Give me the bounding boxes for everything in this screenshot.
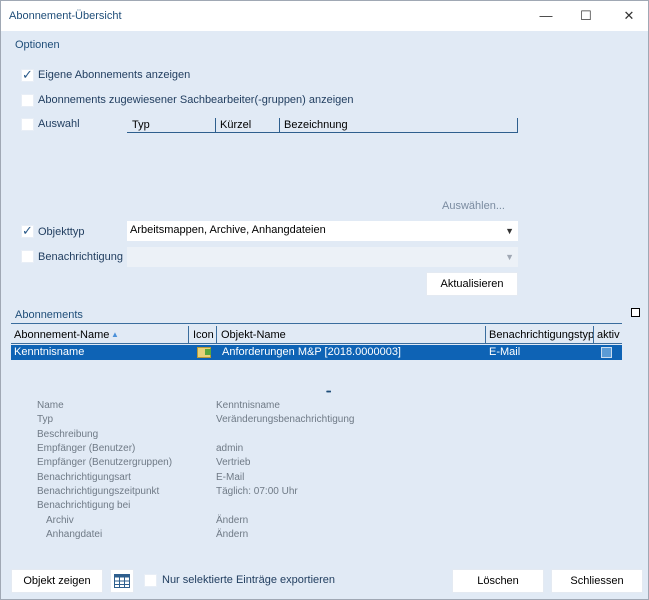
maximize-icon[interactable]: ☐ bbox=[577, 7, 595, 25]
detail-value: E-Mail bbox=[216, 472, 245, 483]
active-checkbox[interactable] bbox=[601, 347, 612, 358]
column-divider[interactable] bbox=[188, 326, 189, 343]
column-header-abbreviation[interactable]: Kürzel bbox=[220, 119, 251, 131]
detail-key: Benachrichtigung bei bbox=[37, 500, 131, 511]
workbook-folder-icon bbox=[197, 347, 211, 358]
column-divider[interactable] bbox=[216, 326, 217, 343]
options-section-title: Optionen bbox=[15, 39, 60, 51]
close-icon[interactable]: ✕ bbox=[620, 7, 638, 25]
chevron-down-icon[interactable]: ▼ bbox=[505, 226, 514, 236]
row-subscription-name: Kenntnisname bbox=[14, 346, 85, 358]
export-selected-checkbox[interactable] bbox=[144, 574, 157, 587]
column-header-active[interactable]: aktiv bbox=[597, 329, 620, 341]
detail-key: Empfänger (Benutzer) bbox=[37, 443, 136, 454]
detail-value: Täglich: 07:00 Uhr bbox=[216, 486, 298, 497]
window-title: Abonnement-Übersicht bbox=[9, 10, 122, 22]
table-icon bbox=[114, 574, 130, 588]
selection-checkbox[interactable] bbox=[21, 118, 34, 131]
selection-label[interactable]: Auswahl bbox=[38, 118, 80, 130]
column-header-type[interactable]: Typ bbox=[132, 119, 150, 131]
export-button[interactable] bbox=[110, 569, 134, 593]
notification-label: Benachrichtigung bbox=[38, 251, 124, 263]
sort-ascending-icon: ▲ bbox=[111, 330, 119, 339]
splitter-handle[interactable]: ••• bbox=[326, 389, 331, 396]
green-marker bbox=[205, 349, 211, 355]
object-type-select[interactable]: Arbeitsmappen, Archive, Anhangdateien ▼ bbox=[127, 221, 518, 241]
object-type-checkbox[interactable] bbox=[21, 223, 34, 239]
table-row[interactable]: Kenntnisname Anforderungen M&P [2018.000… bbox=[11, 345, 622, 360]
detail-key: Name bbox=[37, 400, 64, 411]
detail-value: admin bbox=[216, 443, 244, 454]
column-divider[interactable] bbox=[485, 326, 486, 343]
column-header-notification-type[interactable]: Benachrichtigungstyp bbox=[489, 329, 594, 341]
detail-key: Archiv bbox=[46, 515, 74, 526]
notification-checkbox[interactable] bbox=[21, 250, 34, 263]
export-selected-label[interactable]: Nur selektierte Einträge exportieren bbox=[162, 574, 335, 586]
delete-button[interactable]: Löschen bbox=[452, 569, 544, 593]
expand-icon[interactable] bbox=[631, 308, 640, 317]
selection-grid-header: Typ Kürzel Bezeichnung bbox=[127, 118, 518, 133]
own-subscriptions-label[interactable]: Eigene Abonnements anzeigen bbox=[38, 69, 190, 81]
column-divider[interactable] bbox=[593, 326, 594, 343]
detail-value: Veränderungsbenachrichtigung bbox=[216, 414, 355, 425]
subscriptions-section-title: Abonnements bbox=[15, 309, 83, 321]
column-header-subscription-name[interactable]: Abonnement-Name bbox=[14, 329, 109, 341]
column-divider[interactable] bbox=[279, 118, 280, 133]
column-divider[interactable] bbox=[215, 118, 216, 133]
chevron-down-icon[interactable]: ▼ bbox=[505, 252, 514, 262]
title-bar[interactable]: Abonnement-Übersicht — ☐ ✕ bbox=[1, 1, 648, 31]
section-divider bbox=[11, 323, 622, 324]
refresh-button[interactable]: Aktualisieren bbox=[426, 272, 518, 296]
close-button[interactable]: Schliessen bbox=[551, 569, 643, 593]
detail-value: Vertrieb bbox=[216, 457, 251, 468]
detail-key: Empfänger (Benutzergruppen) bbox=[37, 457, 173, 468]
column-header-description[interactable]: Bezeichnung bbox=[284, 119, 348, 131]
table-header-divider bbox=[11, 343, 622, 344]
choose-link[interactable]: Auswählen... bbox=[442, 200, 505, 212]
column-header-icon[interactable]: Icon bbox=[193, 329, 214, 341]
object-type-value: Arbeitsmappen, Archive, Anhangdateien bbox=[130, 224, 326, 236]
column-divider[interactable] bbox=[517, 118, 518, 133]
notification-select[interactable]: ▼ bbox=[127, 247, 518, 267]
row-notification-type: E-Mail bbox=[489, 346, 521, 358]
detail-value: Ändern bbox=[216, 515, 249, 526]
detail-key: Beschreibung bbox=[37, 429, 99, 440]
assigned-subscriptions-checkbox[interactable] bbox=[21, 94, 34, 107]
detail-value: Kenntnisname bbox=[216, 400, 280, 411]
detail-key: Benachrichtigungszeitpunkt bbox=[37, 486, 160, 497]
object-type-label: Objekttyp bbox=[38, 226, 85, 238]
subscription-overview-window: Abonnement-Übersicht — ☐ ✕ Optionen Eige… bbox=[0, 0, 649, 600]
detail-key: Benachrichtigungsart bbox=[37, 472, 131, 483]
detail-key: Anhangdatei bbox=[46, 529, 103, 540]
detail-value: Ändern bbox=[216, 529, 249, 540]
assigned-subscriptions-label[interactable]: Abonnements zugewiesener Sachbearbeiter(… bbox=[38, 94, 354, 106]
show-object-button[interactable]: Objekt zeigen bbox=[11, 569, 103, 593]
row-object-name: Anforderungen M&P [2018.0000003] bbox=[222, 346, 401, 358]
minimize-icon[interactable]: — bbox=[537, 7, 555, 25]
own-subscriptions-checkbox[interactable] bbox=[21, 67, 34, 83]
detail-key: Typ bbox=[37, 414, 54, 425]
column-header-object-name[interactable]: Objekt-Name bbox=[221, 329, 286, 341]
